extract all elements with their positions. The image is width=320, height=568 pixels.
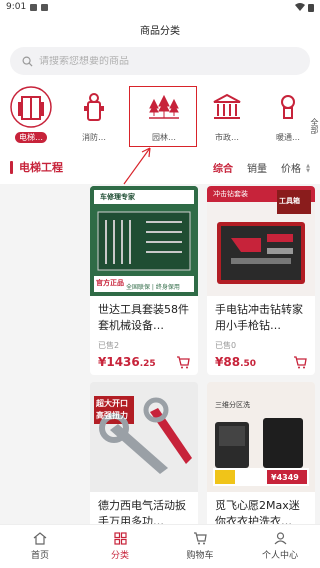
- add-to-cart-icon[interactable]: [293, 355, 307, 369]
- product-sold: 已售0: [215, 341, 237, 350]
- product-name: 手电钻冲击钻转家用小手枪钻…: [215, 303, 303, 332]
- sort-comprehensive[interactable]: 综合: [213, 160, 233, 175]
- product-image-caption: 车修理专家: [100, 193, 135, 201]
- notification-icon: [30, 3, 38, 11]
- product-card[interactable]: 三维分区洗 ¥4349 觅飞心愿2Max迷你衣衣护洗衣…: [207, 382, 315, 532]
- price-dec: .25: [139, 359, 156, 369]
- product-image-caption: 冲击钻套装: [213, 190, 248, 198]
- tab-cart[interactable]: 购物车: [160, 525, 240, 568]
- battery-icon: [308, 3, 314, 12]
- cart-icon: [194, 532, 207, 545]
- category-municipal[interactable]: 市政…: [197, 86, 257, 143]
- page-title: 商品分类: [140, 25, 180, 37]
- tab-label: 分类: [110, 551, 129, 561]
- tab-label: 首页: [30, 551, 49, 561]
- bottom-tabbar: 首页 分类 购物车 个人中心: [0, 524, 320, 568]
- fire-hydrant-icon: [73, 86, 115, 128]
- price-int: ¥1436: [98, 355, 140, 369]
- tab-label: 个人中心: [261, 551, 298, 561]
- product-price: ¥88.50: [215, 355, 256, 369]
- civic-building-icon: [206, 86, 248, 128]
- product-image: 超大开口 高强扭力: [90, 382, 198, 492]
- more-label: 全部: [310, 118, 319, 134]
- product-card[interactable]: 车修理专家 官方正品 全国联保 | 终身保用 世达工具套装58件套机械设备… 已…: [90, 186, 198, 375]
- search-icon: [22, 56, 33, 67]
- subcategory-sidebar: [0, 184, 80, 524]
- tab-label: 购物车: [186, 551, 214, 561]
- page: 9:01 商品分类 请搜索您想要的商品 电梯… 消防… 园林… 市政… 暖通… …: [0, 0, 320, 568]
- home-icon: [33, 532, 47, 545]
- subcategory-bar: 电梯工程 综合 销量 价格 ▲ ▼: [0, 150, 320, 184]
- sort-price[interactable]: 价格 ▲ ▼: [281, 160, 310, 175]
- subcategory-title: 电梯工程: [19, 161, 63, 174]
- price-dec: .50: [240, 359, 257, 369]
- elevator-icon: [10, 86, 52, 128]
- product-image-caption: 三维分区洗: [215, 401, 250, 409]
- sort-arrows-icon: ▲ ▼: [306, 162, 310, 174]
- category-icon: [113, 532, 127, 545]
- product-image-tag: 官方正品: [96, 279, 124, 287]
- product-image: 三维分区洗 ¥4349: [207, 382, 315, 492]
- header: 商品分类: [0, 14, 320, 44]
- search-bar: [0, 44, 320, 80]
- tab-home[interactable]: 首页: [0, 525, 80, 568]
- category-label: 市政…: [215, 133, 239, 142]
- product-image: 车修理专家 官方正品 全国联保 | 终身保用: [90, 186, 198, 296]
- search-box[interactable]: [10, 47, 310, 75]
- category-label: 电梯…: [15, 132, 47, 143]
- category-elevator[interactable]: 电梯…: [1, 86, 61, 143]
- product-card[interactable]: 超大开口 高强扭力 德力西电气活动扳手万用多功…: [90, 382, 198, 532]
- annotation-arrow: [123, 147, 151, 185]
- status-time: 9:01: [6, 2, 27, 12]
- product-card[interactable]: 冲击钻套装 工具箱 手电钻冲击钻转家用小手枪钻… 已售0 ¥88.50: [207, 186, 315, 375]
- product-image-tag: 工具箱: [279, 197, 300, 205]
- price-int: ¥88: [215, 355, 241, 369]
- category-label: 消防…: [82, 133, 106, 142]
- title-marker: [10, 160, 13, 174]
- tab-profile[interactable]: 个人中心: [240, 525, 320, 568]
- status-bar: 9:01: [0, 0, 320, 14]
- product-price: ¥1436.25: [98, 355, 156, 369]
- sim-icon: [41, 3, 49, 11]
- product-image-banner: 全国联保 | 终身保用: [126, 284, 180, 291]
- product-sold: 已售2: [98, 341, 120, 350]
- add-to-cart-icon[interactable]: [176, 355, 190, 369]
- product-image-tag: ¥4349: [271, 473, 299, 482]
- product-image: 冲击钻套装 工具箱: [207, 186, 315, 296]
- all-categories-button[interactable]: 全部: [300, 86, 320, 146]
- product-image-tag: 高强扭力: [96, 411, 128, 420]
- annotation-highlight-box: [129, 86, 197, 147]
- product-image-caption: 超大开口: [96, 399, 128, 408]
- sort-sales[interactable]: 销量: [247, 160, 267, 175]
- sort-options: 综合 销量 价格 ▲ ▼: [213, 160, 310, 175]
- sort-price-label: 价格: [280, 163, 301, 175]
- tab-category[interactable]: 分类: [80, 525, 160, 568]
- user-icon: [274, 532, 286, 545]
- product-name: 世达工具套装58件套机械设备…: [98, 303, 189, 332]
- search-input[interactable]: [39, 55, 279, 67]
- category-label: 暖通…: [276, 133, 300, 142]
- wifi-icon: [295, 3, 305, 11]
- category-fire[interactable]: 消防…: [64, 86, 124, 143]
